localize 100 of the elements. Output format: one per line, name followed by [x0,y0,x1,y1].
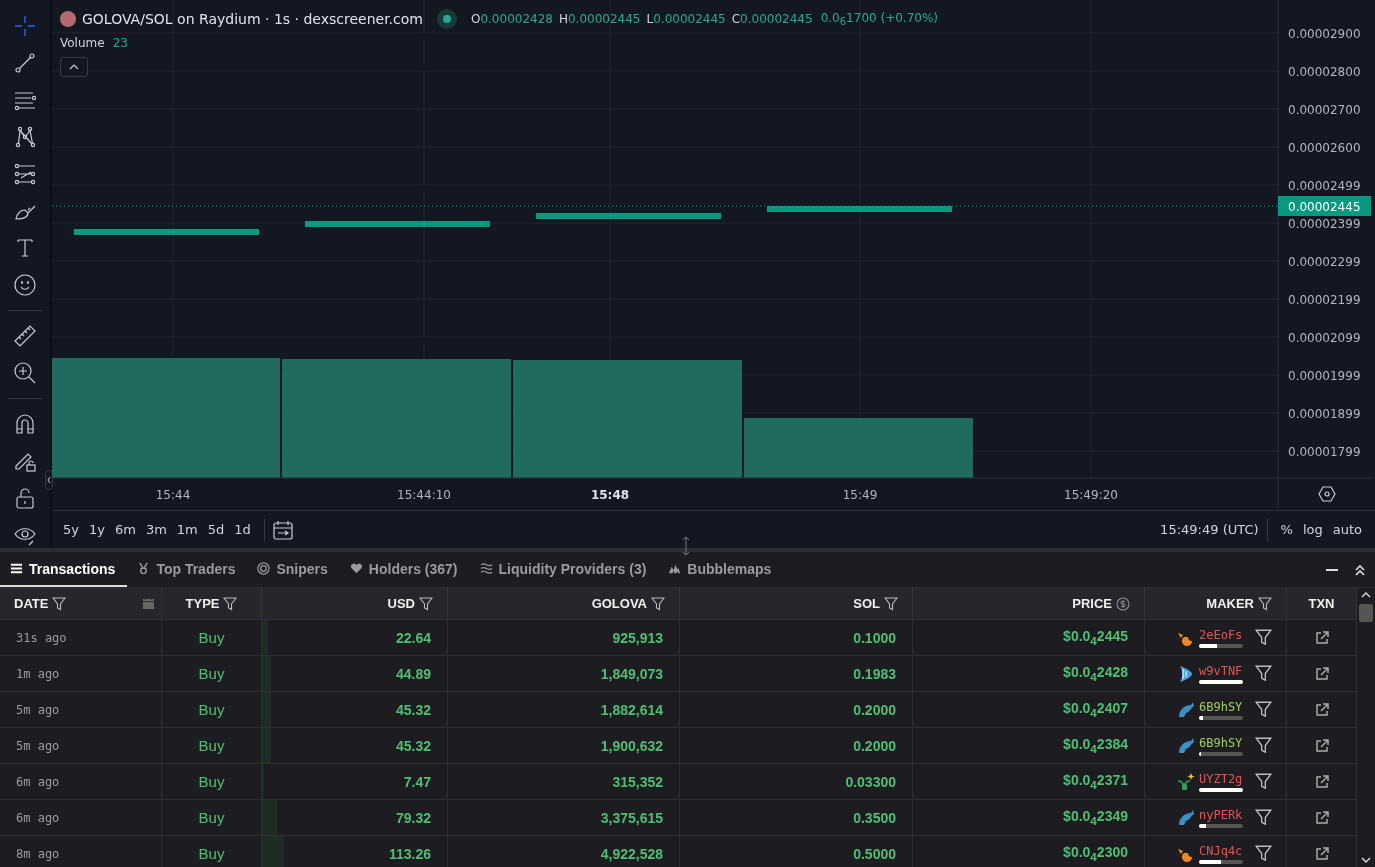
table-cell: 0.03300 [845,773,896,790]
filter-icon[interactable] [884,596,898,611]
price-axis-label: 0.00002900 [1288,27,1361,41]
table-cell: 1,900,632 [600,737,663,754]
calendar-icon[interactable] [142,597,155,610]
expand-icon[interactable] [1353,562,1367,577]
magnet-icon[interactable] [13,412,37,436]
tab[interactable]: Liquidity Providers (3) [469,552,659,587]
external-link-icon[interactable] [1314,702,1329,717]
filter-icon[interactable] [223,596,238,611]
chevron-left-icon[interactable] [45,470,53,490]
trend-line-icon[interactable] [13,51,37,75]
filter-icon[interactable] [1258,596,1272,611]
column-header: SOL [853,596,880,611]
filter-icon[interactable] [419,596,433,611]
price-axis-label: 0.00002499 [1288,179,1361,193]
filter-icon[interactable] [1255,809,1272,826]
calendar-range-icon[interactable] [272,519,293,540]
table-cell: 3,375,615 [600,809,663,826]
table-cell: Buy [198,773,225,790]
external-link-icon[interactable] [1314,810,1329,825]
tab[interactable]: Top Traders [127,552,248,587]
scale-option[interactable]: log [1297,522,1328,537]
table-cell: Buy [198,701,225,718]
smiley-icon[interactable] [13,273,37,297]
time-axis-label: 15:49 [842,488,878,502]
clock-time[interactable]: 15:49:49 (UTC) [1160,522,1259,537]
filter-icon[interactable] [1255,701,1272,718]
table-cell: 45.32 [395,701,431,718]
external-link-icon[interactable] [1314,846,1329,861]
zoom-in-icon[interactable] [13,361,37,385]
table-cell: 925,913 [612,629,663,646]
ohlc-key: O [470,12,481,26]
range-button[interactable]: 1m [171,522,203,537]
scale-option[interactable]: auto [1327,522,1367,537]
price-axis-label: 0.00002800 [1288,65,1361,79]
column-header: TXN [1308,596,1335,611]
unlock-icon[interactable] [13,486,37,510]
range-button[interactable]: 1d [229,522,256,537]
column-header: PRICE [1072,596,1112,611]
scale-option[interactable]: % [1275,522,1298,537]
table-cell: 1,849,073 [600,665,663,682]
range-button[interactable]: 5y [58,522,84,537]
range-button[interactable]: 1y [83,522,110,537]
dollar-circle-icon[interactable] [1116,596,1130,611]
maker-address-link[interactable]: nyPERk [1199,807,1243,822]
fish-icon [1177,664,1195,683]
table-cell: 31s ago [16,630,67,645]
ohlc-value: 0.00002445 [567,12,641,26]
filter-icon[interactable] [1255,665,1272,682]
tab[interactable]: Holders (367) [339,552,470,587]
time-axis-label: 15:44:10 [397,488,451,502]
table-cell: 22.64 [395,629,431,646]
chart-title: GOLOVA/SOL on Raydium · 1s · dexscreener.com [82,11,423,27]
maker-address-link[interactable]: CNJq4c [1199,843,1243,858]
range-button[interactable]: 5d [202,522,230,537]
fibonacci-icon[interactable] [13,162,37,186]
token-logo [60,11,76,27]
scroll-thumb[interactable] [1359,604,1373,622]
table-cell: 1m ago [16,666,60,681]
price-axis-label: 0.00002600 [1288,141,1361,155]
chevron-up-icon [69,64,79,70]
ruler-icon[interactable] [13,324,37,348]
filter-icon[interactable] [1255,737,1272,754]
table-cell: 6m ago [16,810,60,825]
maker-address-link[interactable]: w9vTNF [1199,663,1243,678]
external-link-icon[interactable] [1314,738,1329,753]
external-link-icon[interactable] [1314,774,1329,789]
price-axis-label: 0.00002099 [1288,331,1361,345]
list-icon [10,562,23,575]
table-cell: 4,922,528 [600,845,663,862]
table-cell: $0.0$_{4}$2300 [1063,844,1128,863]
range-button[interactable]: 6m [109,522,141,537]
crosshair-icon[interactable] [13,14,37,38]
scroll-up-icon[interactable] [1361,592,1371,598]
ohlc-value: 0.00002428 [480,12,553,26]
time-axis-label: 15:48 [590,488,630,502]
maker-address-link[interactable]: 6B9hSY [1199,699,1243,714]
table-cell: $0.0$_{4}$2384 [1063,736,1128,755]
external-link-icon[interactable] [1314,630,1329,645]
table-cell: Buy [198,809,225,826]
resize-handle-icon[interactable] [682,536,690,556]
external-link-icon[interactable] [1314,666,1329,681]
maker-address-link[interactable]: UYZT2g [1199,771,1243,786]
collapse-button[interactable] [60,57,88,77]
tab[interactable]: Bubblemaps [658,552,784,587]
filter-icon[interactable] [52,596,67,611]
filter-icon[interactable] [1255,773,1272,790]
holding-bar [1199,787,1243,792]
settings-icon[interactable] [1318,486,1336,502]
pattern-icon[interactable] [13,125,37,149]
filter-icon[interactable] [1255,845,1272,862]
tab[interactable]: Snipers [247,552,340,587]
maker-address-link[interactable]: 6B9hSY [1199,735,1243,750]
maker-address-link[interactable]: 2eEoFs [1199,627,1243,642]
ohlc-value: 0.00002445 [653,12,726,26]
range-button[interactable]: 3m [140,522,172,537]
filter-icon[interactable] [1255,629,1272,646]
filter-icon[interactable] [651,596,665,611]
scroll-down-icon[interactable] [1361,857,1371,863]
